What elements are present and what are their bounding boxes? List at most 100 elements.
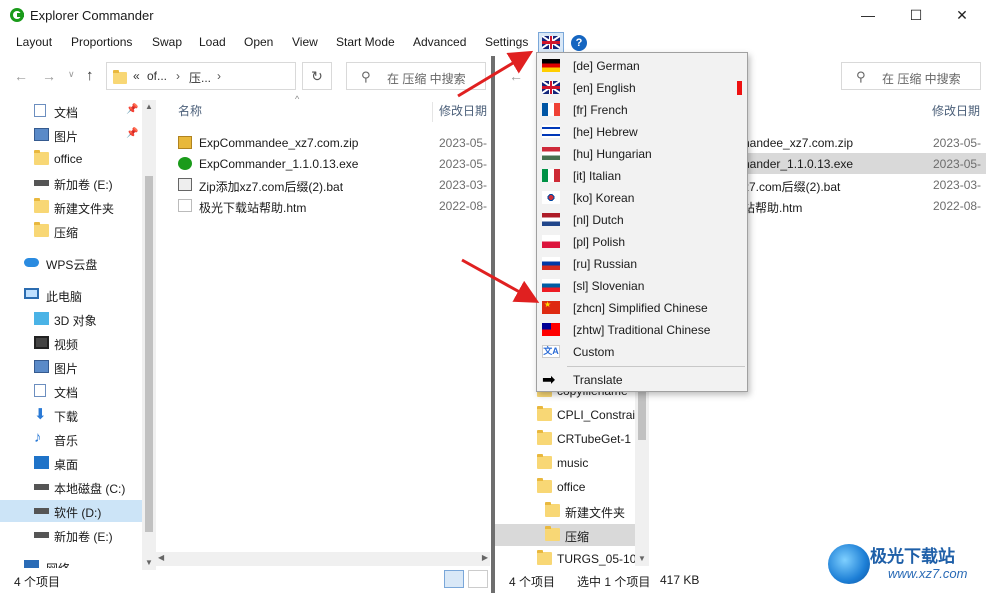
scroll-up-icon[interactable]: ▲ xyxy=(142,100,156,114)
scroll-left-icon[interactable]: ◀ xyxy=(158,553,164,562)
tree-item[interactable]: 此电脑 xyxy=(0,284,150,306)
menu-item-italian[interactable]: [it] Italian xyxy=(537,165,747,187)
column-modified[interactable]: 修改日期 xyxy=(439,102,487,128)
search-placeholder: 在 压缩 中搜索 xyxy=(882,72,961,86)
help-icon[interactable]: ? xyxy=(571,35,587,51)
tree-scrollbar[interactable]: ▲ ▼ xyxy=(142,100,156,570)
tree-item[interactable]: 图片 xyxy=(0,356,150,378)
file-row[interactable]: 极光下载站帮助.htm 2022-08- xyxy=(172,195,490,216)
minimize-button[interactable]: — xyxy=(845,0,891,30)
file-row[interactable]: Zip添加xz7.com后缀(2).bat 2023-03- xyxy=(172,174,490,195)
menu-item-label: Translate xyxy=(573,373,623,387)
menu-open[interactable]: Open xyxy=(244,35,273,49)
uk-flag-icon xyxy=(542,36,560,49)
menu-item-custom[interactable]: 文A Custom xyxy=(537,341,747,363)
tree-item[interactable]: 文档 xyxy=(0,380,150,402)
hungary-flag-icon xyxy=(542,147,560,160)
breadcrumb-compress[interactable]: 压... xyxy=(189,69,211,86)
tree-item[interactable]: 网络 xyxy=(0,556,150,568)
forward-icon[interactable]: → xyxy=(42,68,56,84)
tree-item[interactable]: 新加卷 (E:) xyxy=(0,172,150,194)
drive-icon xyxy=(34,180,49,186)
menu-item-german[interactable]: [de] German xyxy=(537,55,747,77)
menu-item-english[interactable]: [en] English xyxy=(537,77,747,99)
search-input[interactable]: ⚲ 在 压缩 中搜索 xyxy=(346,62,486,90)
address-bar[interactable]: « of... › 压... › xyxy=(106,62,296,90)
search-input[interactable]: ⚲ 在 压缩 中搜索 xyxy=(841,62,981,90)
horizontal-scrollbar[interactable]: ◀ ▶ xyxy=(156,552,490,566)
menu-advanced[interactable]: Advanced xyxy=(413,35,466,49)
breadcrumb-office[interactable]: of... xyxy=(147,69,167,83)
menu-item-slovenian[interactable]: [sl] Slovenian xyxy=(537,275,747,297)
tree-item-selected[interactable]: 软件 (D:) xyxy=(0,500,142,522)
menu-item-hebrew[interactable]: [he] Hebrew xyxy=(537,121,747,143)
menu-item-label: [fr] French xyxy=(573,103,628,117)
file-row[interactable]: ExpCommandee_xz7.com.zip 2023-05- xyxy=(172,132,490,153)
menu-swap[interactable]: Swap xyxy=(152,35,182,49)
refresh-button[interactable]: ↻ xyxy=(302,62,332,90)
scroll-right-icon[interactable]: ▶ xyxy=(482,553,488,562)
folder-icon xyxy=(537,430,552,445)
tree-item[interactable]: CPLI_Constrai xyxy=(531,404,641,426)
menu-load[interactable]: Load xyxy=(199,35,226,49)
tree-item[interactable]: 本地磁盘 (C:) xyxy=(0,476,150,498)
tree-item[interactable]: 文档 📌 xyxy=(0,100,150,122)
breadcrumb-overflow[interactable]: « xyxy=(133,69,140,83)
tree-item[interactable]: office xyxy=(531,476,641,498)
file-row[interactable]: ExpCommander_1.1.0.13.exe 2023-05- xyxy=(172,153,490,174)
tree-item[interactable]: 新加卷 (E:) xyxy=(0,524,150,546)
menu-item-polish[interactable]: [pl] Polish xyxy=(537,231,747,253)
menu-item-simplified-chinese[interactable]: ★ [zhcn] Simplified Chinese xyxy=(537,297,747,319)
maximize-button[interactable]: ☐ xyxy=(893,0,939,30)
status-selection: 选中 1 个项目 xyxy=(577,575,651,589)
menu-item-korean[interactable]: [ko] Korean xyxy=(537,187,747,209)
menu-settings[interactable]: Settings xyxy=(485,35,528,49)
tree-item-selected[interactable]: 压缩 xyxy=(495,524,635,546)
column-divider[interactable] xyxy=(432,102,433,122)
tree-item-label: TURGS_05-10 xyxy=(557,552,637,566)
breadcrumb-separator: › xyxy=(176,69,180,83)
menu-item-dutch[interactable]: [nl] Dutch xyxy=(537,209,747,231)
details-view-button[interactable] xyxy=(444,570,464,588)
menu-view[interactable]: View xyxy=(292,35,318,49)
back-icon[interactable]: ← xyxy=(14,68,28,84)
menu-start-mode[interactable]: Start Mode xyxy=(336,35,395,49)
language-button[interactable] xyxy=(538,32,564,54)
menu-proportions[interactable]: Proportions xyxy=(71,35,132,49)
tree-item[interactable]: CRTubeGet-1 xyxy=(531,428,641,450)
menu-layout[interactable]: Layout xyxy=(16,35,52,49)
tree-item[interactable]: WPS云盘 xyxy=(0,252,150,274)
scroll-down-icon[interactable]: ▼ xyxy=(142,556,156,570)
tree-item[interactable]: TURGS_05-10 xyxy=(531,548,641,570)
tree-scrollbar[interactable]: ▼ xyxy=(635,380,649,566)
download-icon: ⬇ xyxy=(34,406,47,423)
tree-item[interactable]: 压缩 xyxy=(0,220,150,242)
tree-item[interactable]: 新建文件夹 xyxy=(539,500,641,522)
taiwan-flag-icon xyxy=(542,323,560,336)
tree-item[interactable]: 3D 对象 xyxy=(0,308,150,330)
tree-item[interactable]: ♪ 音乐 xyxy=(0,428,150,450)
column-modified[interactable]: 修改日期 xyxy=(932,102,980,128)
scroll-thumb[interactable] xyxy=(145,176,153,532)
tree-item[interactable]: 桌面 xyxy=(0,452,150,474)
tiles-view-button[interactable] xyxy=(468,570,488,588)
close-button[interactable]: ✕ xyxy=(939,0,985,30)
tree-item[interactable]: 图片 📌 xyxy=(0,124,150,146)
recent-chevron-icon[interactable]: ∨ xyxy=(68,69,75,80)
menu-item-traditional-chinese[interactable]: [zhtw] Traditional Chinese xyxy=(537,319,747,341)
menu-item-russian[interactable]: [ru] Russian xyxy=(537,253,747,275)
menu-item-french[interactable]: [fr] French xyxy=(537,99,747,121)
up-icon[interactable]: ↑ xyxy=(86,67,94,84)
france-flag-icon xyxy=(542,103,560,116)
menu-item-hungarian[interactable]: [hu] Hungarian xyxy=(537,143,747,165)
folder-icon xyxy=(34,198,49,213)
tree-item[interactable]: office xyxy=(0,148,150,170)
tree-item[interactable]: music xyxy=(531,452,641,474)
column-name[interactable]: 名称 xyxy=(178,102,202,128)
tree-item[interactable]: 新建文件夹 xyxy=(0,196,150,218)
back-icon[interactable]: ← xyxy=(509,68,523,84)
tree-item[interactable]: ⬇ 下载 xyxy=(0,404,150,426)
tree-item[interactable]: 视频 xyxy=(0,332,150,354)
scroll-down-icon[interactable]: ▼ xyxy=(635,552,649,566)
menu-item-translate[interactable]: ➡ Translate xyxy=(537,369,747,391)
